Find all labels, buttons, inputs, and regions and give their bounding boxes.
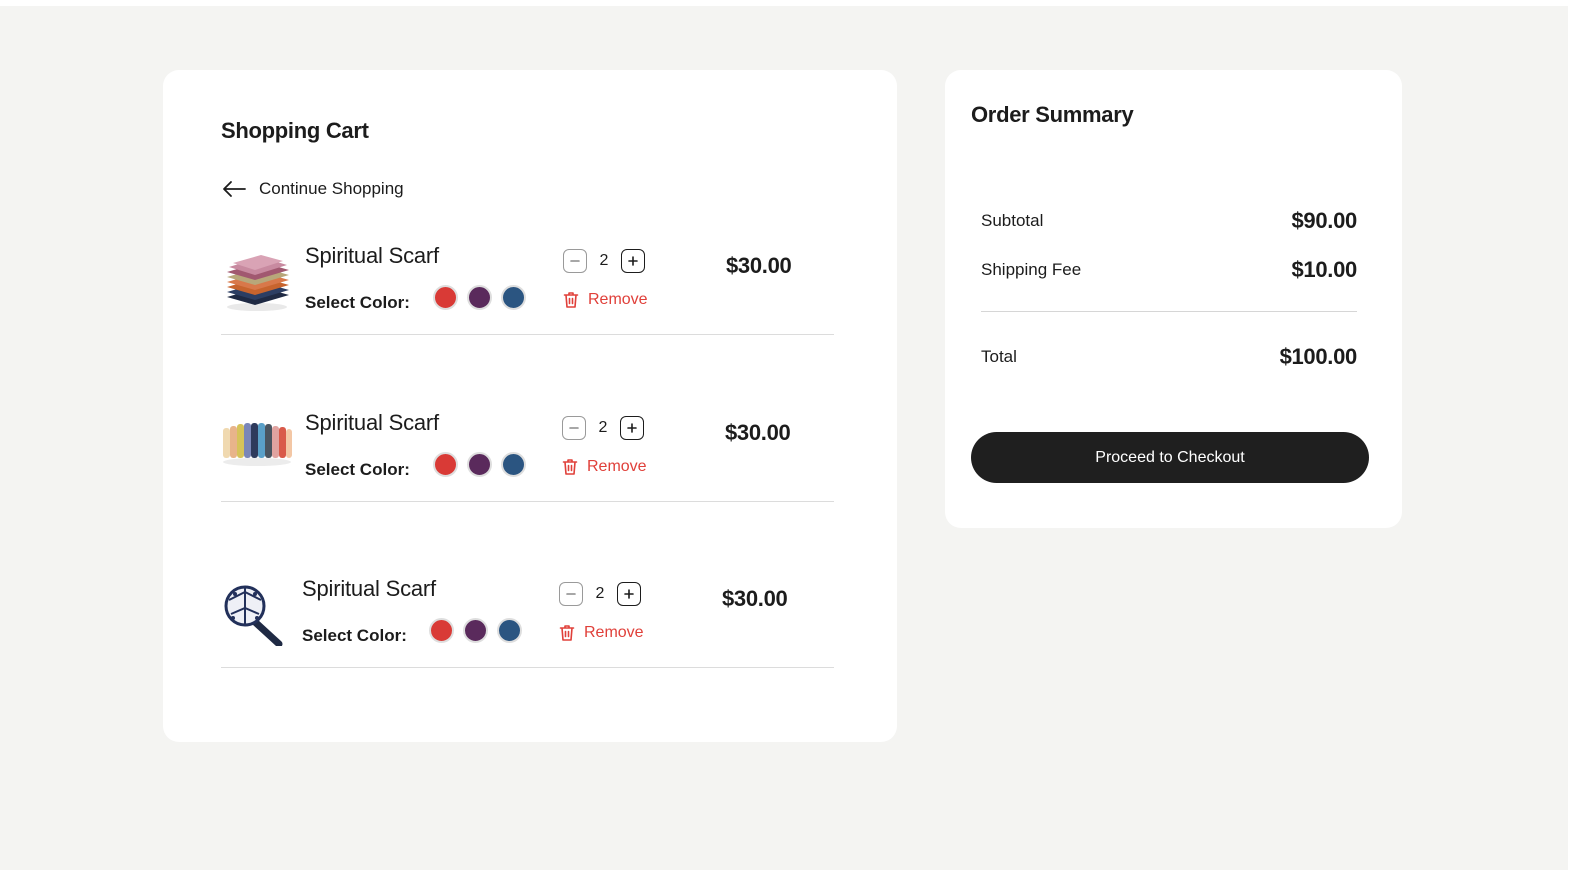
- item-price: $30.00: [726, 253, 792, 278]
- bottom-edge: [0, 870, 1586, 874]
- product-name: Spiritual Scarf: [302, 576, 436, 601]
- quantity-value: 2: [599, 252, 609, 269]
- plus-icon: [624, 589, 634, 599]
- cart-item: Spiritual Scarf Select Color: 2 Remove $…: [221, 568, 834, 668]
- increase-quantity-button[interactable]: [621, 249, 645, 273]
- shipping-label: Shipping Fee: [981, 260, 1082, 279]
- cart-item: Spiritual Scarf Select Color: 2 Remove $…: [221, 235, 834, 335]
- select-color-label: Select Color:: [305, 293, 410, 312]
- color-swatches: [433, 452, 526, 477]
- top-strip: [0, 0, 1568, 6]
- decrease-quantity-button[interactable]: [559, 582, 583, 606]
- plus-icon: [627, 423, 637, 433]
- total-row: Total $100.00: [981, 344, 1357, 370]
- minus-icon: [570, 260, 580, 262]
- product-image-folded-scarves[interactable]: [221, 247, 293, 313]
- decrease-quantity-button[interactable]: [563, 249, 587, 273]
- subtotal-value: $90.00: [1291, 208, 1358, 233]
- proceed-to-checkout-button[interactable]: Proceed to Checkout: [971, 432, 1369, 483]
- shipping-value: $10.00: [1291, 257, 1358, 282]
- product-name: Spiritual Scarf: [305, 243, 439, 268]
- remove-label: Remove: [587, 458, 647, 475]
- color-swatches: [433, 285, 526, 310]
- continue-shopping-link[interactable]: Continue Shopping: [221, 174, 404, 204]
- remove-label: Remove: [588, 291, 648, 308]
- select-color-label: Select Color:: [305, 460, 410, 479]
- color-swatch-purple[interactable]: [463, 618, 488, 643]
- remove-button[interactable]: Remove: [559, 624, 644, 642]
- increase-quantity-button[interactable]: [617, 582, 641, 606]
- shipping-row: Shipping Fee $10.00: [981, 257, 1357, 283]
- product-image-beaded-cap[interactable]: [221, 580, 293, 648]
- color-swatch-blue[interactable]: [497, 618, 522, 643]
- color-swatch-red[interactable]: [433, 452, 458, 477]
- subtotal-label: Subtotal: [981, 211, 1044, 230]
- cart-item: Spiritual Scarf Select Color: 2 Remove $…: [221, 402, 834, 502]
- remove-button[interactable]: Remove: [562, 458, 647, 476]
- remove-label: Remove: [584, 624, 644, 641]
- quantity-value: 2: [598, 419, 608, 436]
- item-price: $30.00: [725, 420, 791, 445]
- total-label: Total: [981, 347, 1017, 366]
- page-title: Shopping Cart: [221, 118, 369, 143]
- quantity-value: 2: [595, 585, 605, 602]
- quantity-stepper: 2: [563, 249, 645, 273]
- color-swatch-blue[interactable]: [501, 285, 526, 310]
- total-value: $100.00: [1279, 344, 1358, 369]
- arrow-left-icon: [223, 181, 246, 197]
- trash-icon: [559, 625, 575, 641]
- color-swatch-blue[interactable]: [501, 452, 526, 477]
- color-swatch-purple[interactable]: [467, 285, 492, 310]
- plus-icon: [628, 256, 638, 266]
- product-name: Spiritual Scarf: [305, 410, 439, 435]
- right-edge: [1568, 0, 1586, 874]
- color-swatches: [429, 618, 522, 643]
- trash-icon: [563, 292, 579, 308]
- select-color-label: Select Color:: [302, 626, 407, 645]
- subtotal-row: Subtotal $90.00: [981, 208, 1357, 234]
- product-image-rolled-scarves[interactable]: [221, 414, 293, 480]
- summary-title: Order Summary: [971, 102, 1134, 127]
- remove-button[interactable]: Remove: [563, 291, 648, 309]
- continue-shopping-label: Continue Shopping: [259, 179, 404, 198]
- increase-quantity-button[interactable]: [620, 416, 644, 440]
- color-swatch-red[interactable]: [429, 618, 454, 643]
- minus-icon: [569, 427, 579, 429]
- summary-divider: [981, 311, 1357, 312]
- trash-icon: [562, 459, 578, 475]
- shopping-cart-panel: Shopping Cart Continue Shopping Spiritua…: [163, 70, 897, 742]
- color-swatch-red[interactable]: [433, 285, 458, 310]
- color-swatch-purple[interactable]: [467, 452, 492, 477]
- quantity-stepper: 2: [559, 582, 641, 606]
- item-price: $30.00: [722, 586, 788, 611]
- minus-icon: [566, 593, 576, 595]
- decrease-quantity-button[interactable]: [562, 416, 586, 440]
- quantity-stepper: 2: [562, 416, 644, 440]
- order-summary-panel: Order Summary Subtotal $90.00 Shipping F…: [945, 70, 1402, 528]
